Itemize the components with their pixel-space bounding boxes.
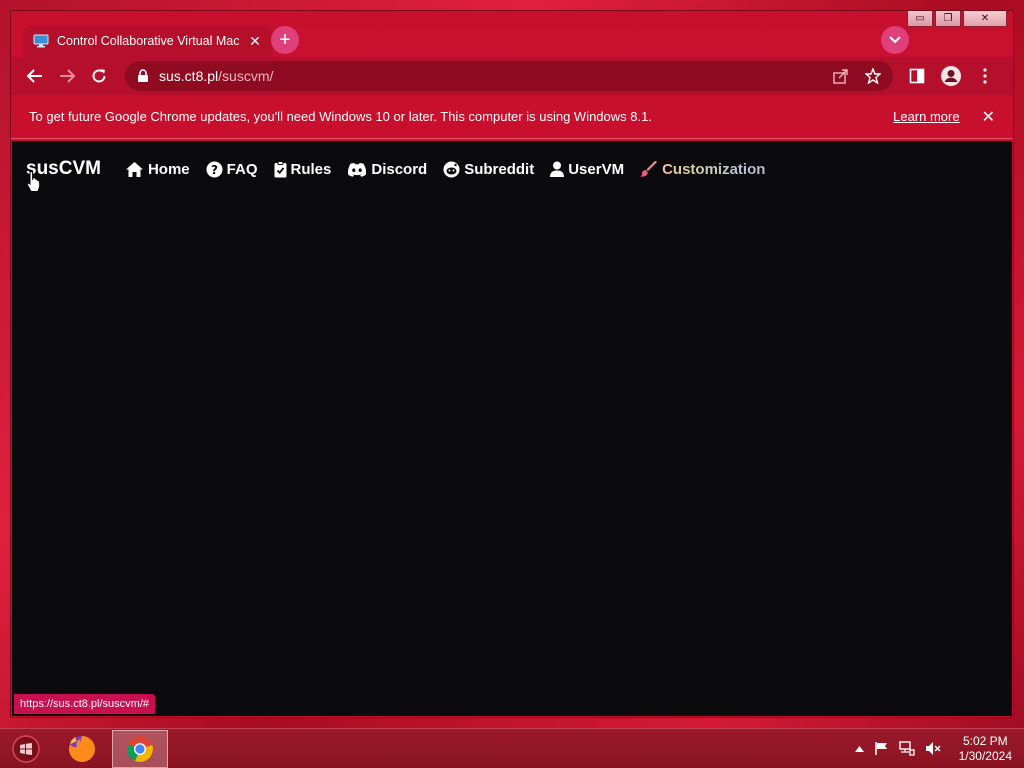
volume-muted-icon[interactable] (925, 741, 941, 756)
flag-icon[interactable] (874, 741, 889, 756)
start-button[interactable] (0, 729, 52, 768)
nav-label: Discord (371, 160, 428, 178)
hand-cursor-icon (26, 171, 41, 192)
back-button[interactable] (19, 60, 51, 92)
clock-time: 5:02 PM (962, 733, 1008, 748)
arrow-right-icon (60, 69, 76, 83)
learn-more-link[interactable]: Learn more (893, 109, 959, 124)
reload-icon (92, 69, 106, 83)
reddit-icon (443, 161, 460, 177)
nav-home[interactable]: Home (125, 161, 190, 178)
url-host: sus.ct8.pl (159, 68, 219, 84)
chevron-down-icon (889, 36, 901, 44)
lock-icon (138, 69, 148, 82)
browser-window: ▭ ❐ ✕ Control Collaborative Virtual Mac … (10, 10, 1014, 718)
close-icon[interactable]: ✕ (982, 107, 995, 127)
windows-logo-icon (12, 734, 40, 763)
tab-title: Control Collaborative Virtual Mac (57, 34, 239, 48)
nav-label: Customization (662, 160, 766, 178)
taskbar-clock[interactable]: 5:02 PM 1/30/2024 (959, 734, 1012, 764)
nav-uservm[interactable]: UserVM (550, 161, 624, 178)
browser-tab[interactable]: Control Collaborative Virtual Mac ✕ (23, 25, 273, 57)
arrow-left-icon (26, 69, 42, 83)
clipboard-icon (274, 160, 286, 177)
nav-discord[interactable]: Discord (347, 161, 427, 178)
taskbar-firefox[interactable] (54, 730, 110, 768)
side-panel-icon (909, 68, 925, 84)
network-icon[interactable] (898, 741, 915, 756)
nav-subreddit[interactable]: Subreddit (443, 161, 534, 178)
taskbar-chrome[interactable] (112, 729, 168, 768)
home-icon (125, 161, 143, 177)
system-tray: 5:02 PM 1/30/2024 (854, 734, 1024, 764)
kebab-menu-icon (983, 68, 987, 84)
url-path: /suscvm/ (218, 68, 274, 84)
nav-rules[interactable]: Rules (274, 160, 332, 178)
nav-customization[interactable]: Customization (640, 161, 765, 178)
taskbar: 5:02 PM 1/30/2024 (0, 728, 1024, 768)
monitor-icon (33, 33, 49, 49)
browser-toolbar: sus.ct8.pl/suscvm/ (11, 57, 1013, 95)
nav-label: UserVM (568, 160, 625, 178)
discord-icon (348, 162, 367, 177)
tab-strip: Control Collaborative Virtual Mac ✕ + (11, 11, 1013, 57)
plus-icon: + (279, 28, 291, 51)
side-panel-button[interactable] (901, 60, 933, 92)
new-tab-button[interactable]: + (271, 26, 299, 54)
svg-text:?: ? (211, 163, 218, 177)
page-content: susCVM Home ? FAQ Rules Discord Subreddi… (11, 140, 1013, 717)
close-icon[interactable]: ✕ (247, 33, 263, 49)
profile-button[interactable] (935, 60, 967, 92)
update-infobar: To get future Google Chrome updates, you… (11, 95, 1013, 139)
status-url-bubble: https://sus.ct8.pl/suscvm/# (14, 694, 155, 714)
infobar-message: To get future Google Chrome updates, you… (29, 109, 652, 124)
star-icon[interactable] (865, 68, 881, 84)
user-icon (550, 161, 565, 177)
chrome-icon (126, 735, 153, 762)
menu-button[interactable] (969, 60, 1001, 92)
nav-label: FAQ (226, 160, 258, 178)
firefox-icon (69, 735, 95, 762)
clock-date: 1/30/2024 (958, 748, 1012, 763)
site-navbar: susCVM Home ? FAQ Rules Discord Subreddi… (12, 141, 1012, 197)
nav-faq[interactable]: ? FAQ (206, 161, 258, 178)
question-icon: ? (206, 161, 223, 177)
avatar-icon (941, 66, 961, 86)
brush-icon (640, 161, 658, 177)
share-icon[interactable] (833, 68, 849, 84)
nav-label: Home (147, 160, 190, 178)
nav-label: Rules (290, 160, 332, 178)
tab-search-button[interactable] (881, 26, 909, 54)
reload-button[interactable] (83, 60, 115, 92)
nav-label: Subreddit (464, 160, 535, 178)
address-bar[interactable]: sus.ct8.pl/suscvm/ (125, 61, 893, 91)
chevron-up-icon[interactable] (854, 745, 864, 752)
forward-button[interactable] (51, 60, 83, 92)
